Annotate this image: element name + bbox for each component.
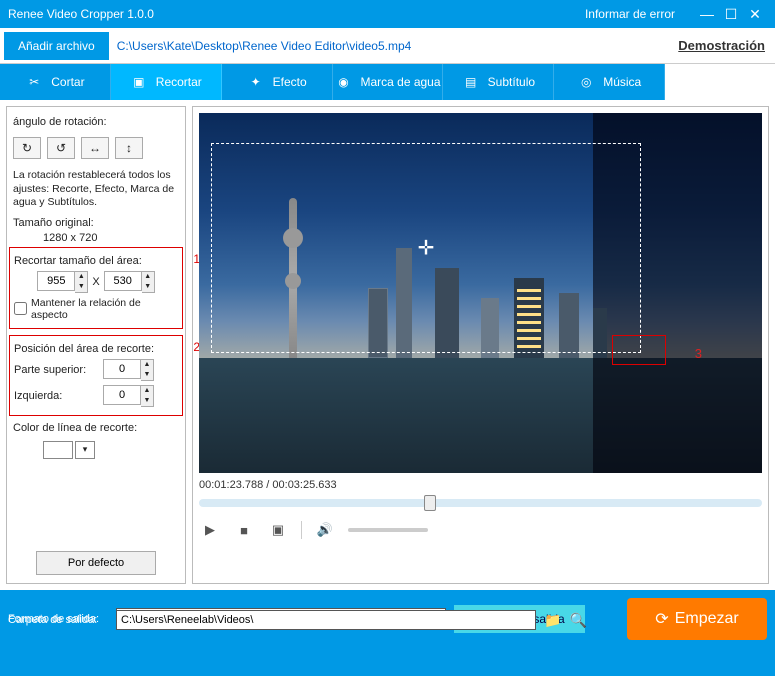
stop-button[interactable]: ■ bbox=[233, 519, 255, 541]
tab-music[interactable]: ◎Música bbox=[554, 64, 665, 100]
tabs: ✂Cortar ▣Recortar ✦Efecto ◉Marca de agua… bbox=[0, 64, 775, 100]
tab-effect[interactable]: ✦Efecto bbox=[222, 64, 333, 100]
subtitle-icon: ▤ bbox=[462, 73, 480, 91]
titlebar: Renee Video Cropper 1.0.0 Informar de er… bbox=[0, 0, 775, 28]
line-color-dropdown[interactable]: ▾ bbox=[75, 441, 95, 459]
flip-horizontal-button[interactable]: ↔ bbox=[81, 137, 109, 159]
folder-icon[interactable]: 📁 bbox=[544, 612, 561, 629]
rotation-label: ángulo de rotación: bbox=[13, 116, 179, 128]
left-label: Izquierda: bbox=[14, 390, 99, 402]
side-panel: ángulo de rotación: ↻ ↺ ↔ ↕ La rotación … bbox=[6, 106, 186, 584]
camera-icon: ▣ bbox=[272, 522, 284, 538]
crop-left-stepper[interactable]: ▲▼ bbox=[103, 385, 154, 407]
crop-size-label: Recortar tamaño del área: bbox=[14, 255, 178, 267]
refresh-icon: ⟳ bbox=[655, 609, 668, 629]
volume-button[interactable]: 🔊 bbox=[314, 519, 336, 541]
video-preview[interactable]: 3 bbox=[199, 113, 762, 473]
speaker-icon: 🔊 bbox=[317, 522, 333, 538]
crop-top-stepper[interactable]: ▲▼ bbox=[103, 359, 154, 381]
folder-label: Carpeta de salida: bbox=[8, 614, 108, 626]
minimize-button[interactable]: — bbox=[695, 6, 719, 22]
output-folder-field[interactable] bbox=[116, 610, 536, 630]
time-display: 00:01:23.788 / 00:03:25.633 bbox=[199, 479, 762, 491]
callout-3: 3 bbox=[695, 346, 702, 361]
crop-width-stepper[interactable]: ▲▼ bbox=[37, 271, 88, 293]
top-label: Parte superior: bbox=[14, 364, 99, 376]
orig-size-label: Tamaño original: bbox=[13, 217, 179, 229]
crop-icon: ▣ bbox=[130, 73, 148, 91]
scissors-icon: ✂ bbox=[25, 73, 43, 91]
file-path-field[interactable] bbox=[113, 33, 679, 59]
crop-selection[interactable] bbox=[211, 143, 641, 353]
flip-vertical-button[interactable]: ↕ bbox=[115, 137, 143, 159]
keep-ratio-checkbox[interactable] bbox=[14, 302, 27, 315]
orig-size-value: 1280 x 720 bbox=[43, 232, 179, 244]
footer: Formato de salida: Mantener el formato d… bbox=[0, 590, 775, 676]
sparkle-icon: ✦ bbox=[247, 73, 265, 91]
tab-watermark[interactable]: ◉Marca de agua bbox=[333, 64, 444, 100]
crop-handle[interactable] bbox=[612, 335, 666, 365]
rotate-cw-button[interactable]: ↻ bbox=[13, 137, 41, 159]
crop-top-input[interactable] bbox=[103, 359, 141, 379]
play-button[interactable]: ▶ bbox=[199, 519, 221, 541]
crop-left-input[interactable] bbox=[103, 385, 141, 405]
line-color-swatch bbox=[43, 441, 73, 459]
seek-thumb[interactable] bbox=[424, 495, 436, 511]
default-button[interactable]: Por defecto bbox=[36, 551, 156, 575]
demo-link[interactable]: Demostración bbox=[678, 38, 765, 53]
report-error-link[interactable]: Informar de error bbox=[585, 7, 675, 21]
rotation-hint: La rotación restablecerá todos los ajust… bbox=[13, 169, 179, 210]
crop-position-group: 2 Posición del área de recorte: Parte su… bbox=[9, 335, 183, 416]
seek-slider[interactable] bbox=[199, 499, 762, 507]
maximize-button[interactable]: ☐ bbox=[719, 6, 743, 23]
preview-panel: 3 00:01:23.788 / 00:03:25.633 ▶ ■ ▣ 🔊 bbox=[192, 106, 769, 584]
tab-blank bbox=[665, 64, 775, 100]
crop-pos-label: Posición del área de recorte: bbox=[14, 343, 178, 355]
disc-icon: ◎ bbox=[577, 73, 595, 91]
crop-height-stepper[interactable]: ▲▼ bbox=[104, 271, 155, 293]
playback-controls: ▶ ■ ▣ 🔊 bbox=[199, 519, 762, 541]
rotate-ccw-button[interactable]: ↺ bbox=[47, 137, 75, 159]
volume-slider[interactable] bbox=[348, 528, 428, 532]
tab-subtitle[interactable]: ▤Subtítulo bbox=[443, 64, 554, 100]
search-icon[interactable]: 🔍 bbox=[569, 612, 586, 629]
snapshot-button[interactable]: ▣ bbox=[267, 519, 289, 541]
start-button[interactable]: ⟳Empezar bbox=[627, 598, 767, 640]
crop-width-input[interactable] bbox=[37, 271, 75, 291]
droplet-icon: ◉ bbox=[334, 73, 352, 91]
crop-size-group: 1 Recortar tamaño del área: ▲▼ X ▲▼ Mant… bbox=[9, 247, 183, 329]
keep-ratio-label: Mantener la relación de aspecto bbox=[31, 297, 178, 321]
app-title: Renee Video Cropper 1.0.0 bbox=[8, 7, 154, 21]
line-color-label: Color de línea de recorte: bbox=[13, 422, 179, 434]
crop-height-input[interactable] bbox=[104, 271, 142, 291]
add-file-button[interactable]: Añadir archivo bbox=[4, 32, 109, 60]
tab-crop[interactable]: ▣Recortar bbox=[111, 64, 222, 100]
close-button[interactable]: ✕ bbox=[743, 6, 767, 23]
file-toolbar: Añadir archivo Demostración bbox=[0, 28, 775, 64]
tab-cut[interactable]: ✂Cortar bbox=[0, 64, 111, 100]
